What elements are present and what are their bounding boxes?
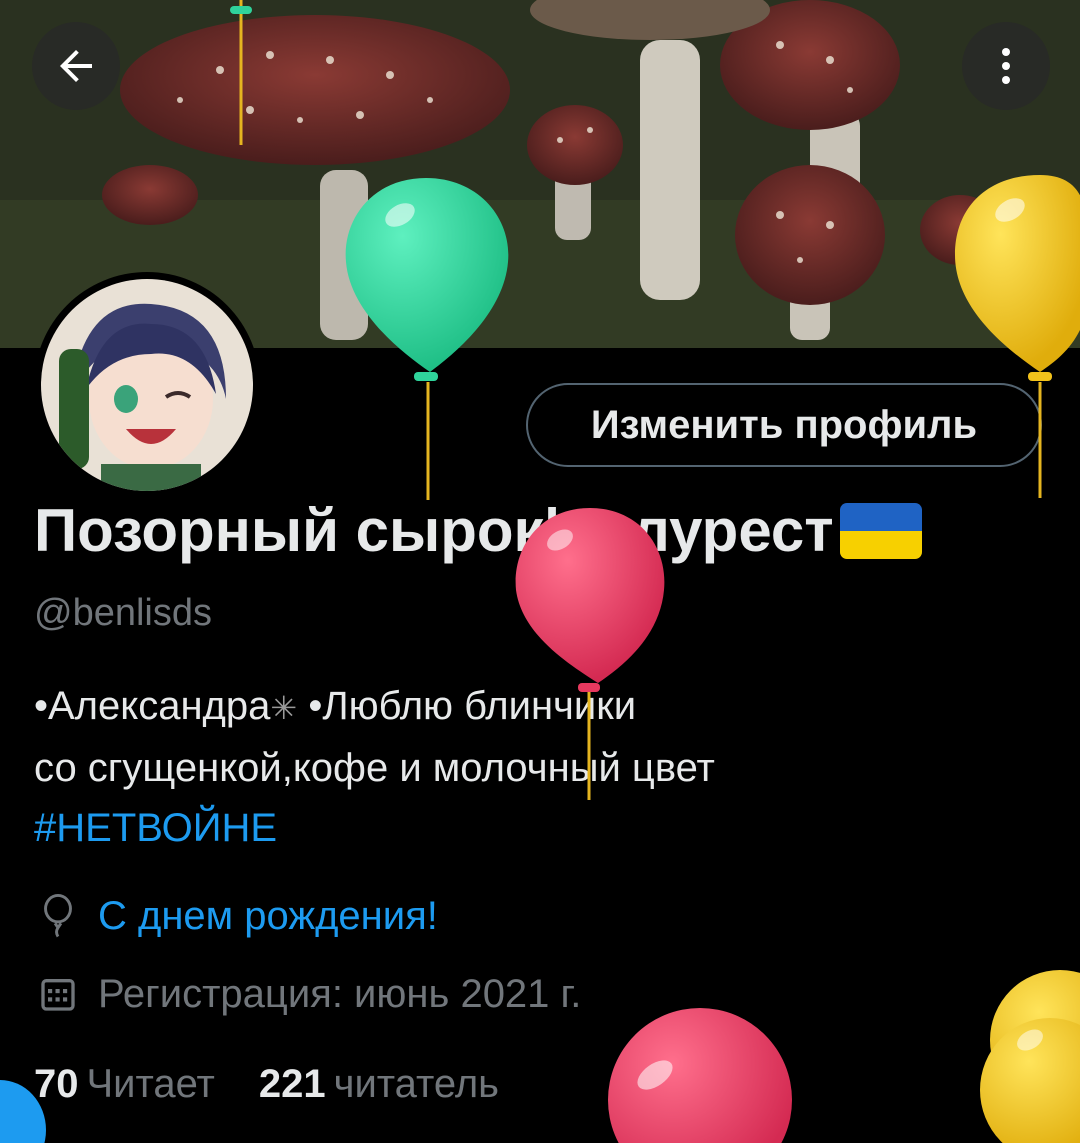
bio-likes: •Люблю блинчики (308, 684, 637, 728)
following-label: Читает (86, 1062, 215, 1106)
joined-text: Регистрация: июнь 2021 г. (98, 971, 582, 1016)
hashtag-link[interactable]: #НЕТВОЙНЕ (34, 798, 1034, 858)
arrow-left-icon (60, 50, 92, 82)
bio: •Александра✳ •Люблю блинчики со сгущенко… (34, 676, 1034, 858)
followers-link[interactable]: 221 читатель (259, 1062, 499, 1107)
bio-line-2: со сгущенкой,кофе и молочный цвет (34, 746, 715, 790)
balloon-red-bottom (608, 1008, 792, 1143)
bio-line-1: •Александра✳ •Люблю блинчики (34, 676, 1034, 738)
birthday-row: С днем рождения! (34, 892, 438, 940)
bio-name: •Александра (34, 684, 271, 728)
back-button[interactable] (32, 22, 120, 110)
username-handle: @benlisds (34, 592, 212, 634)
avatar-image (41, 279, 253, 491)
display-name-text: Позорный сырок|полурест (34, 497, 834, 564)
following-count: 70 (34, 1062, 79, 1106)
more-vertical-icon (1002, 48, 1010, 84)
calendar-icon (34, 970, 82, 1018)
more-options-button[interactable] (962, 22, 1050, 110)
joined-row: Регистрация: июнь 2021 г. (34, 970, 581, 1018)
follow-stats: 70 Читает 221 читатель (34, 1062, 499, 1107)
birthday-text[interactable]: С днем рождения! (98, 894, 438, 939)
followers-count: 221 (258, 1062, 326, 1106)
ukraine-flag-icon (839, 502, 922, 559)
spider-web-icon: ✳ (270, 690, 298, 726)
edit-profile-button[interactable]: Изменить профиль (526, 383, 1042, 467)
balloon-yellow-bottom (980, 970, 1080, 1143)
balloon-icon (34, 892, 82, 940)
display-name: Позорный сырок|полурест (34, 496, 922, 565)
followers-label: читатель (333, 1062, 499, 1106)
following-link[interactable]: 70 Читает (34, 1062, 215, 1107)
avatar[interactable] (34, 272, 260, 498)
